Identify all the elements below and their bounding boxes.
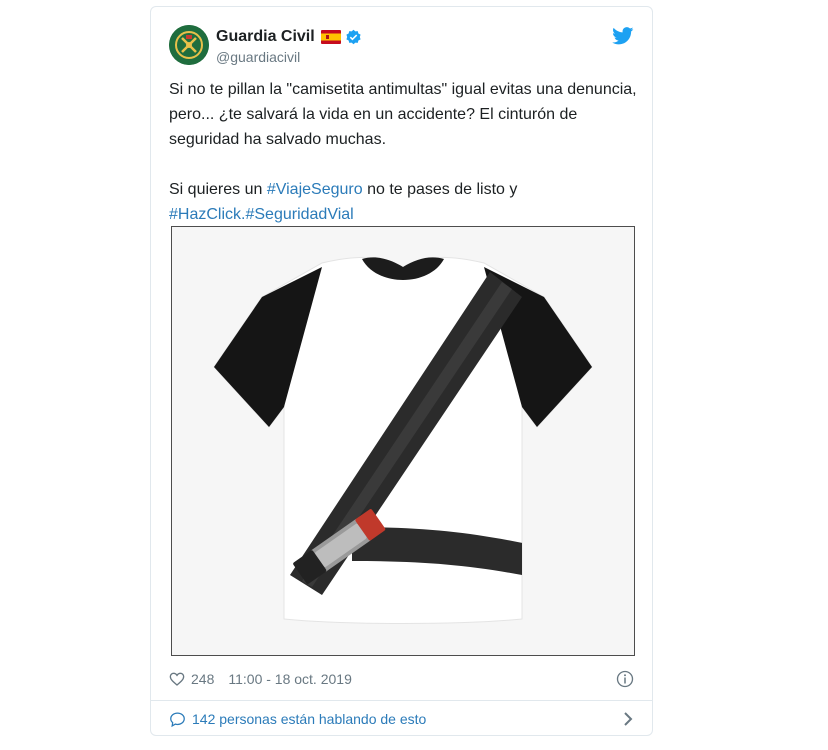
hashtag-viajeseguro-link[interactable]: #ViajeSeguro	[267, 181, 363, 198]
guardia-civil-emblem-icon	[169, 25, 209, 65]
text-fragment: Si quieres un	[169, 181, 267, 198]
tshirt-seatbelt-illustration	[172, 227, 634, 655]
tweet-paragraph-1: Si no te pillan la "camisetita antimulta…	[169, 81, 637, 148]
conversation-link[interactable]: 142 personas están hablando de esto	[169, 708, 634, 730]
tweet-text: Si no te pillan la "camisetita antimulta…	[169, 77, 639, 227]
author-name[interactable]: Guardia Civil	[216, 28, 315, 46]
like-count[interactable]: 248	[191, 671, 214, 687]
tweet-timestamp[interactable]: 11:00 - 18 oct. 2019	[228, 671, 352, 687]
tweet-card: Guardia Civil @guardiacivil Si no te pil…	[150, 6, 653, 736]
info-icon[interactable]	[616, 670, 634, 688]
author-row: Guardia Civil	[216, 28, 362, 46]
speech-bubble-icon	[170, 711, 185, 727]
hashtag-hazclick-link[interactable]: #HazClick	[169, 206, 241, 223]
spain-flag-icon	[320, 30, 341, 44]
tweet-meta: 248 11:00 - 18 oct. 2019	[169, 669, 634, 689]
author-handle[interactable]: @guardiacivil	[216, 49, 300, 65]
tweet-paragraph-2: Si quieres un #ViajeSeguro no te pases d…	[169, 177, 639, 227]
chevron-right-icon	[624, 712, 633, 726]
divider	[151, 700, 652, 701]
heart-icon[interactable]	[169, 671, 185, 687]
avatar[interactable]	[169, 25, 209, 65]
twitter-bird-icon[interactable]	[612, 27, 634, 45]
conversation-text: 142 personas están hablando de esto	[192, 711, 427, 727]
tweet-media-image[interactable]	[171, 226, 635, 656]
hashtag-seguridadvial-link[interactable]: #SeguridadVial	[245, 206, 353, 223]
verified-badge-icon	[346, 29, 361, 44]
text-fragment: no te pases de listo y	[362, 181, 518, 198]
